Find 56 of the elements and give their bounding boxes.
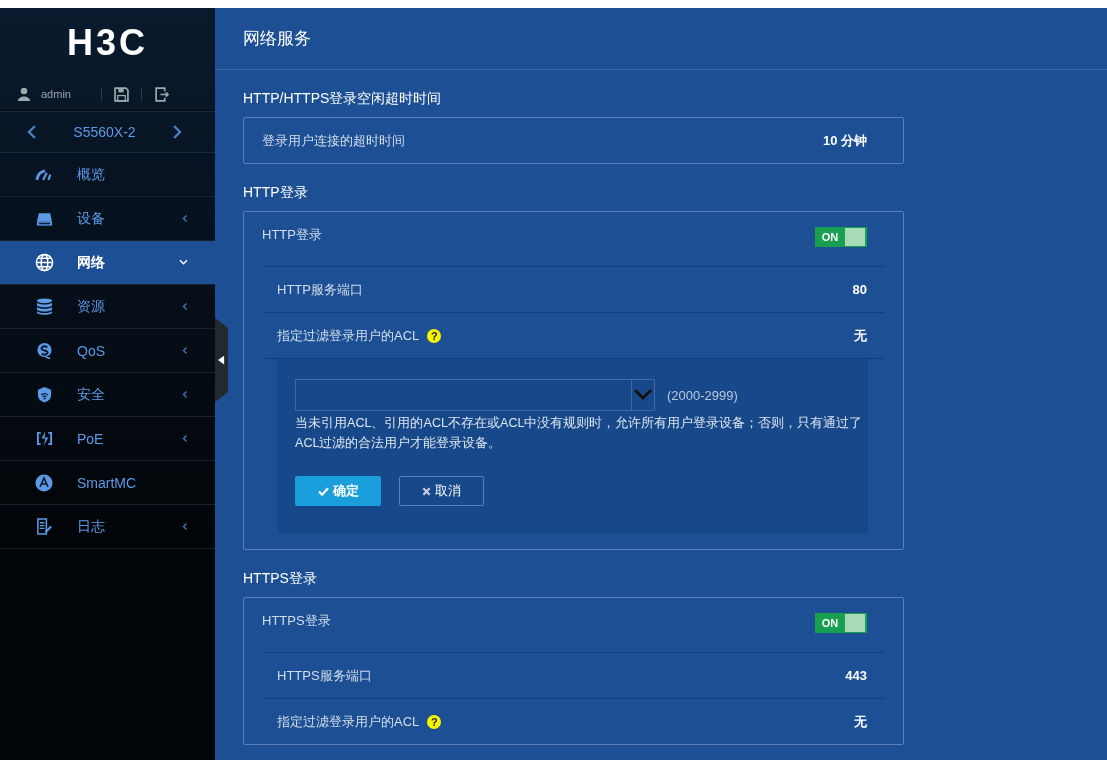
nav-item[interactable]: 安全 xyxy=(0,373,215,417)
nav-item[interactable]: 资源 xyxy=(0,285,215,329)
section-heading: HTTP登录 xyxy=(243,184,309,202)
help-text: 当未引用ACL、引用的ACL不存在或ACL中没有规则时，允许所有用户登录设备；否则，只有通过了ACL过滤的合法用户才能登录设备。 xyxy=(295,415,864,452)
setting-value: 80 xyxy=(852,282,868,297)
section-heading: HTTP/HTTPS登录空闲超时时间 xyxy=(243,90,443,108)
previous-icon[interactable] xyxy=(27,125,37,139)
caret-icon xyxy=(631,380,654,410)
database-icon xyxy=(35,298,53,315)
chevron-down-icon xyxy=(179,259,188,266)
save-icon[interactable] xyxy=(114,86,129,102)
chevron-left-icon xyxy=(182,346,188,355)
logout-icon[interactable] xyxy=(154,86,169,102)
document-icon xyxy=(35,518,53,535)
chevron-left-icon xyxy=(182,390,188,399)
page-title: 网络服务 xyxy=(215,8,1107,70)
setting-value: 443 xyxy=(845,668,868,683)
cancel-button[interactable]: 取消 xyxy=(399,476,484,506)
nav-item[interactable]: 概览 xyxy=(0,153,215,197)
triangle-left-icon xyxy=(218,355,225,365)
check-icon xyxy=(317,486,329,496)
setting-label: 登录用户连接的超时时间 xyxy=(262,131,405,150)
setting-value: 无 xyxy=(854,712,868,731)
close-icon xyxy=(422,486,431,496)
range-hint: (2000-2999) xyxy=(667,387,738,403)
globe-icon xyxy=(34,253,54,272)
user-name: admin xyxy=(41,88,72,100)
setting-label: 指定过滤登录用户的ACL xyxy=(277,326,420,345)
qos-icon xyxy=(35,342,53,359)
setting-value: 无 xyxy=(854,326,868,345)
setting-label: HTTPS服务端口 xyxy=(277,666,372,685)
shield-icon xyxy=(36,386,52,403)
nav-item[interactable]: 网络 xyxy=(0,241,215,285)
user-icon xyxy=(17,87,31,101)
chevron-left-icon xyxy=(182,434,188,443)
help-icon[interactable]: ? xyxy=(427,328,442,343)
device-name: S5560X-2 xyxy=(73,124,136,140)
next-icon[interactable] xyxy=(172,125,182,139)
setting-value: 10 分钟 xyxy=(822,131,868,150)
setting-label: HTTP服务端口 xyxy=(277,280,363,299)
chevron-left-icon xyxy=(182,214,188,223)
nav-item[interactable]: PoE xyxy=(0,417,215,461)
drive-icon xyxy=(35,211,53,226)
letter-icon xyxy=(35,473,53,492)
chevron-left-icon xyxy=(182,522,188,531)
gauge-icon xyxy=(35,168,53,181)
chevron-left-icon xyxy=(182,302,188,311)
help-icon[interactable]: ? xyxy=(427,714,442,729)
setting-label: HTTP登录 xyxy=(262,226,322,244)
section-heading: HTTPS登录 xyxy=(243,570,318,588)
setting-label: 指定过滤登录用户的ACL xyxy=(277,712,420,731)
setting-label: HTTPS登录 xyxy=(262,612,331,630)
logo: H3C xyxy=(66,21,149,65)
nav-item[interactable]: SmartMC xyxy=(0,461,215,505)
power-icon xyxy=(35,430,53,447)
nav-item[interactable]: 日志 xyxy=(0,505,215,549)
